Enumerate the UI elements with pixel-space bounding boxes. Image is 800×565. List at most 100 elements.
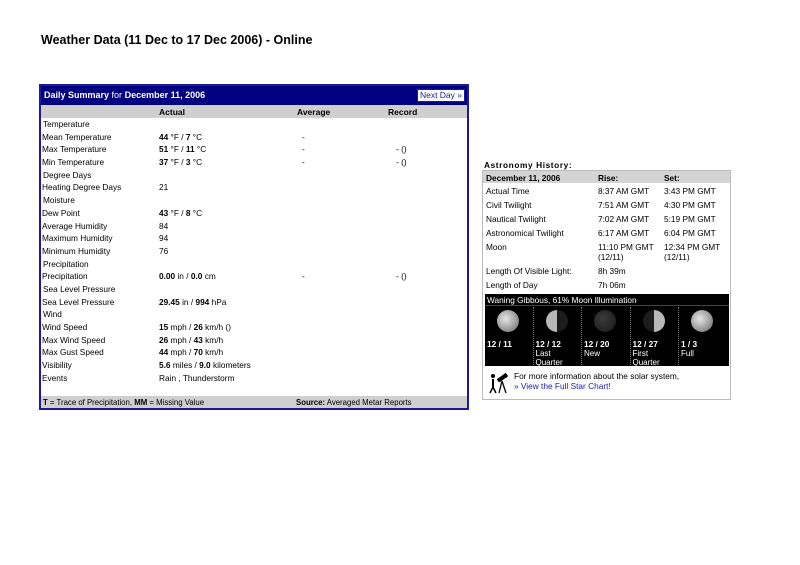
row-actual: 26 mph / 43 km/h xyxy=(159,335,223,345)
col-record: Record xyxy=(388,107,418,117)
row-actual: 21 xyxy=(159,182,169,193)
astronomy-panel: December 11, 2006 Rise: Set: Actual Time… xyxy=(482,170,731,400)
moon-phase-date: 12 / 27 xyxy=(632,339,658,349)
actual-unit-imperial: in / xyxy=(175,271,191,282)
astro-row-label: Length Of Visible Light: xyxy=(486,266,572,276)
actual-value-metric: 43 xyxy=(193,334,203,345)
col-actual: Actual xyxy=(159,107,185,117)
actual-value-metric: 11 xyxy=(185,144,195,155)
moon-phase-date: 12 / 12 xyxy=(535,339,561,349)
moon-caption: Waning Gibbous, 61% Moon Illumination xyxy=(487,295,637,305)
set-time: 6:04 PM GMT xyxy=(664,228,716,238)
astro-rise-value: 7h 06m xyxy=(598,280,626,290)
actual-value-metric: 70 xyxy=(193,347,203,358)
astronomy-header: December 11, 2006 Rise: Set: xyxy=(483,171,730,183)
astro-rise-value: 8h 39m xyxy=(598,266,626,276)
phase-label-line2: Quarter xyxy=(632,358,660,367)
row-label: Average Humidity xyxy=(42,220,108,231)
moon-phase-label: First Quarter xyxy=(633,349,660,367)
row-actual: 29.45 in / 994 hPa xyxy=(159,297,226,307)
daily-summary-panel: Daily Summary for December 11, 2006 Next… xyxy=(39,84,469,410)
row-label: Events xyxy=(42,372,68,383)
actual-value-imperial: 15 xyxy=(159,322,169,332)
row-label: Precipitation xyxy=(42,271,88,282)
table-row: Heating Degree Days 21 xyxy=(41,181,467,194)
astro-row-label: Length of Day xyxy=(486,280,538,290)
col-average: Average xyxy=(297,107,331,117)
astro-rise-value: 11:10 PM GMT (12/11) xyxy=(598,242,654,262)
star-chart-link[interactable]: » View the Full Star Chart! xyxy=(514,381,679,391)
section-header-row: Precipitation xyxy=(41,258,467,271)
set-time: 3:43 PM GMT xyxy=(664,186,716,196)
actual-value-imperial: 51 xyxy=(159,144,169,155)
actual-unit-metric: °C xyxy=(190,131,203,142)
astronomy-rows: Actual Time 8:37 AM GMT 3:43 PM GMT Civil T… xyxy=(483,183,730,291)
row-label: Wind xyxy=(43,309,62,320)
rise-time: 7:02 AM GMT xyxy=(598,214,650,224)
row-actual: 94 xyxy=(159,233,169,244)
actual-unit-metric: cm xyxy=(202,271,216,282)
phase-label-line1: First xyxy=(632,349,649,358)
row-label: Max Temperature xyxy=(42,144,107,155)
daily-summary-title: Daily Summary xyxy=(44,90,110,100)
table-row: Dew Point 43 °F / 8 °C xyxy=(41,207,467,220)
section-header-row: Degree Days xyxy=(41,169,467,182)
astro-set-value: 5:19 PM GMT xyxy=(664,214,716,224)
astronomy-row: Length Of Visible Light: 8h 39m xyxy=(483,263,730,277)
missing-abbrev: MM xyxy=(134,398,148,407)
actual-value-metric: 0.0 xyxy=(190,271,203,282)
row-label: Heating Degree Days xyxy=(42,182,122,193)
astro-rise-header: Rise: xyxy=(598,173,619,183)
actual-value-imperial: 0.00 xyxy=(159,271,176,282)
actual-value-imperial: 26 xyxy=(159,334,169,345)
astro-set-value: 6:04 PM GMT xyxy=(664,228,716,238)
row-label: Min Temperature xyxy=(42,157,105,168)
actual-unit-metric: °C xyxy=(190,207,203,218)
row-label: Temperature xyxy=(43,119,90,129)
daily-summary-header: Daily Summary for December 11, 2006 Next… xyxy=(41,86,467,105)
row-actual: 0.00 in / 0.0 cm xyxy=(159,271,216,281)
astro-date: December 11, 2006 xyxy=(486,173,561,183)
moon-phase-label: New xyxy=(584,349,600,358)
actual-unit-metric: hPa xyxy=(209,296,227,307)
actual-unit-imperial: miles / xyxy=(170,360,200,371)
row-label: Degree Days xyxy=(43,169,92,180)
row-label: Mean Temperature xyxy=(42,131,112,142)
next-day-button[interactable]: Next Day » xyxy=(416,89,465,102)
set-date: (12/11) xyxy=(664,252,690,262)
source-label: Source: xyxy=(296,398,326,407)
row-label: Max Wind Speed xyxy=(42,334,106,345)
row-label: Sea Level Pressure xyxy=(43,283,116,294)
astro-set-value: 3:43 PM GMT xyxy=(664,186,716,196)
astronomy-row: Moon 11:10 PM GMT (12/11) 12:34 PM GMT (12/1… xyxy=(483,239,730,263)
moon-phase-date: 1 / 3 xyxy=(681,339,698,349)
moon-phase-band: Waning Gibbous, 61% Moon Illumination 12… xyxy=(485,294,729,367)
astro-row-label: Actual Time xyxy=(486,186,530,196)
rise-time: 7:51 AM GMT xyxy=(598,200,650,210)
table-row: Sea Level Pressure 29.45 in / 994 hPa xyxy=(41,296,467,309)
astro-row-label: Astronomical Twilight xyxy=(486,228,564,238)
table-row: Events Rain , Thunderstorm xyxy=(41,372,467,385)
rise-time: 8h 39m xyxy=(598,266,626,276)
actual-value-metric: 994 xyxy=(195,296,210,307)
star-chart-text: For more information about the solar sys… xyxy=(514,371,680,381)
section-header-row: Sea Level Pressure xyxy=(41,283,467,296)
table-row: Visibility 5.6 miles / 9.0 kilometers xyxy=(41,359,467,372)
row-record: - () xyxy=(396,271,407,282)
astro-set-value: 12:34 PM GMT (12/11) xyxy=(664,242,720,262)
table-row: Minimum Humidity 76 xyxy=(41,245,467,258)
actual-unit-metric: km/h xyxy=(202,347,224,358)
actual-unit-imperial: °F / xyxy=(168,157,186,168)
actual-unit-metric: km/h xyxy=(202,334,224,345)
row-actual: 15 mph / 26 km/h () xyxy=(159,322,231,332)
table-row: Mean Temperature 44 °F / 7 °C - xyxy=(41,131,467,144)
actual-value-imperial: 29.45 xyxy=(159,296,180,307)
actual-unit-imperial: °F / xyxy=(168,144,186,155)
section-header-row: Moisture xyxy=(41,194,467,207)
actual-unit-metric: kilometers xyxy=(210,360,251,371)
moon-phase-icon xyxy=(691,310,713,332)
row-actual: 5.6 miles / 9.0 kilometers xyxy=(159,360,251,370)
rise-time: 11:10 PM GMT xyxy=(598,242,654,252)
astro-rise-value: 8:37 AM GMT xyxy=(598,186,649,196)
row-average: - xyxy=(302,157,305,168)
